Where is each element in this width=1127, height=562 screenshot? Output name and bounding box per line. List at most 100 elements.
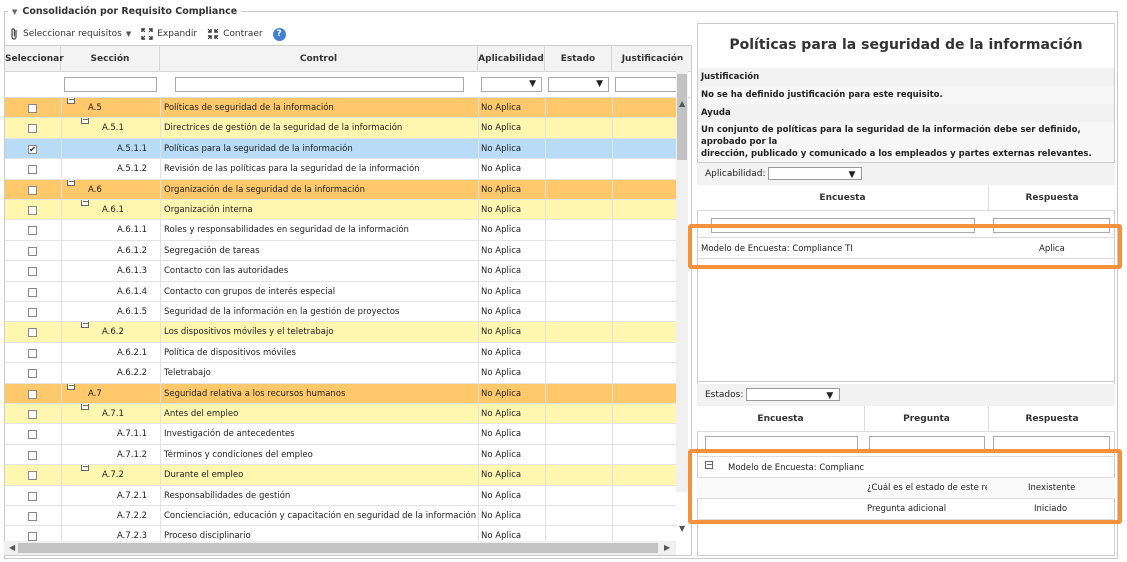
table-row[interactable]: A.6.1.5 Seguridad de la información en la… <box>5 302 677 323</box>
row-control: Los dispositivos móviles y el teletrabaj… <box>164 327 334 338</box>
row-checkbox[interactable] <box>28 308 37 317</box>
row-checkbox[interactable] <box>28 491 37 501</box>
justification-label: Justificación <box>698 68 1114 86</box>
collapse-triangle-icon[interactable]: ▼ <box>12 8 17 16</box>
row-checkbox[interactable] <box>28 512 37 521</box>
filter-state-select[interactable]: ▼ <box>548 77 609 92</box>
row-checkbox[interactable] <box>28 226 37 236</box>
table-row[interactable]: A.7.1.2 Términos y condiciones del empleo… <box>5 444 677 466</box>
table-row[interactable]: A.6.1.3 Contacto con las autoridades No Ap… <box>5 261 677 282</box>
states-col-survey[interactable]: Encuesta <box>697 406 865 432</box>
table-row[interactable]: − A.7.2 Durante el empleo No Aplica <box>5 465 677 486</box>
scroll-right-icon[interactable]: ▶ <box>664 543 670 552</box>
row-checkbox[interactable] <box>28 328 37 338</box>
table-row[interactable]: A.5.1.2 Revisión de las políticas para la… <box>5 159 677 180</box>
row-checkbox[interactable] <box>28 450 37 460</box>
cell-divider <box>612 363 613 384</box>
collapse-node-icon[interactable]: − <box>81 465 89 472</box>
row-checkbox[interactable] <box>28 410 37 419</box>
row-checkbox[interactable] <box>28 369 37 379</box>
cell-divider <box>61 342 62 363</box>
table-row[interactable]: − A.7 Seguridad relativa a los recursos hu… <box>5 383 677 404</box>
states-col-answer[interactable]: Respuesta <box>989 406 1115 432</box>
row-checkbox[interactable] <box>28 389 37 399</box>
row-section: − A.7.2 <box>81 465 124 485</box>
row-section: A.7.2.1 <box>117 490 147 501</box>
row-checkbox[interactable] <box>28 287 37 297</box>
row-checkbox[interactable] <box>28 471 37 481</box>
scroll-up-icon[interactable]: ▲ <box>679 99 685 108</box>
cell-divider <box>478 261 479 282</box>
col-header-applicability[interactable]: Aplicabilidad <box>478 46 545 72</box>
applicability-col-answer[interactable]: Respuesta <box>989 185 1115 211</box>
filter-control-input[interactable] <box>175 77 464 92</box>
table-row[interactable]: A.7.2.2 Concienciación, educación y capac… <box>5 506 677 527</box>
row-section: − A.7.1 <box>81 404 124 424</box>
collapse-node-icon[interactable]: − <box>67 383 75 390</box>
cell-divider <box>545 200 546 220</box>
row-checkbox[interactable] <box>28 267 37 277</box>
row-section: A.6.1.2 <box>117 245 147 256</box>
cell-divider <box>612 179 613 200</box>
select-requirements-button[interactable]: Seleccionar requisitos ▼ <box>10 27 131 41</box>
col-header-section[interactable]: Sección <box>61 46 160 72</box>
cell-divider <box>612 302 613 322</box>
states-filter-label: Estados: <box>705 390 744 400</box>
help-icon[interactable]: ? <box>272 27 286 41</box>
applicability-filter-select[interactable]: ▼ <box>768 167 863 180</box>
applicability-col-survey[interactable]: Encuesta <box>697 185 989 211</box>
cell-divider <box>545 159 546 180</box>
row-checkbox[interactable] <box>28 430 37 440</box>
table-row[interactable]: A.6.2.2 Teletrabajo No Aplica <box>5 363 677 384</box>
table-row[interactable]: − A.6.2 Los dispositivos móviles y el tele… <box>5 322 677 343</box>
table-row[interactable]: A.6.1.1 Roles y responsabilidades en segu… <box>5 220 677 241</box>
panel-legend[interactable]: ▼ Consolidación por Requisito Compliance <box>8 6 242 18</box>
cell-divider <box>612 485 613 506</box>
expand-button[interactable]: Expandir <box>141 28 197 40</box>
row-section-label: A.5.1 <box>102 123 124 134</box>
row-checkbox[interactable] <box>28 124 37 134</box>
row-checkbox[interactable] <box>28 348 37 358</box>
table-row[interactable]: − A.5.1 Directrices de gestión de la segur… <box>5 118 677 139</box>
filter-section-input[interactable] <box>64 77 157 92</box>
row-checkbox[interactable]: ✔ <box>28 144 37 154</box>
table-row[interactable]: A.7.1.1 Investigación de antecedentes No A… <box>5 424 677 445</box>
collapse-button[interactable]: Contraer <box>207 28 263 40</box>
cell-divider <box>160 98 161 118</box>
collapse-node-icon[interactable]: − <box>67 179 75 186</box>
row-checkbox[interactable] <box>28 246 37 256</box>
col-header-control[interactable]: Control <box>160 46 478 72</box>
filter-justification-input[interactable] <box>615 77 679 92</box>
table-row[interactable]: − A.7.1 Antes del empleo No Aplica <box>5 404 677 425</box>
table-row[interactable]: − A.5 Políticas de seguridad de la informa… <box>5 98 677 119</box>
table-row[interactable]: A.6.1.2 Segregación de tareas No Aplica <box>5 240 677 262</box>
table-row[interactable]: ✔ A.5.1.1 Políticas para la seguridad de l… <box>5 138 677 160</box>
requirements-grid: Seleccionar Sección Control Aplicabilida… <box>4 45 692 556</box>
table-row[interactable]: − A.6 Organización de la seguridad de la i… <box>5 179 677 200</box>
cell-divider <box>61 404 62 424</box>
grid-vertical-scroll-thumb[interactable] <box>677 74 687 160</box>
grid-horizontal-scroll-thumb[interactable] <box>18 543 658 553</box>
row-checkbox[interactable] <box>28 104 37 113</box>
table-row[interactable]: − A.6.1 Organización interna No Aplica <box>5 200 677 221</box>
col-header-select[interactable]: Seleccionar <box>5 46 64 72</box>
collapse-node-icon[interactable]: − <box>81 404 89 410</box>
table-row[interactable]: A.7.2.1 Responsabilidades de gestión No Ap… <box>5 485 677 506</box>
collapse-node-icon[interactable]: − <box>67 98 75 104</box>
collapse-node-icon[interactable]: − <box>81 322 89 329</box>
filter-applicability-select[interactable]: ▼ <box>481 77 542 92</box>
scroll-left-icon[interactable]: ◀ <box>9 543 15 552</box>
table-row[interactable]: A.6.1.4 Contacto con grupos de interés es… <box>5 281 677 302</box>
scroll-down-icon[interactable]: ▼ <box>679 524 685 533</box>
collapse-node-icon[interactable]: − <box>81 118 89 125</box>
collapse-icon <box>207 28 219 40</box>
collapse-node-icon[interactable]: − <box>81 200 89 206</box>
row-checkbox[interactable] <box>28 165 37 175</box>
cell-divider <box>545 281 546 302</box>
states-col-question[interactable]: Pregunta <box>865 406 989 432</box>
row-checkbox[interactable] <box>28 185 37 195</box>
col-header-state[interactable]: Estado <box>545 46 612 72</box>
states-filter-select[interactable]: ▼ <box>746 388 841 401</box>
table-row[interactable]: A.6.2.1 Política de dispositivos móviles N… <box>5 342 677 364</box>
row-checkbox[interactable] <box>28 206 37 215</box>
